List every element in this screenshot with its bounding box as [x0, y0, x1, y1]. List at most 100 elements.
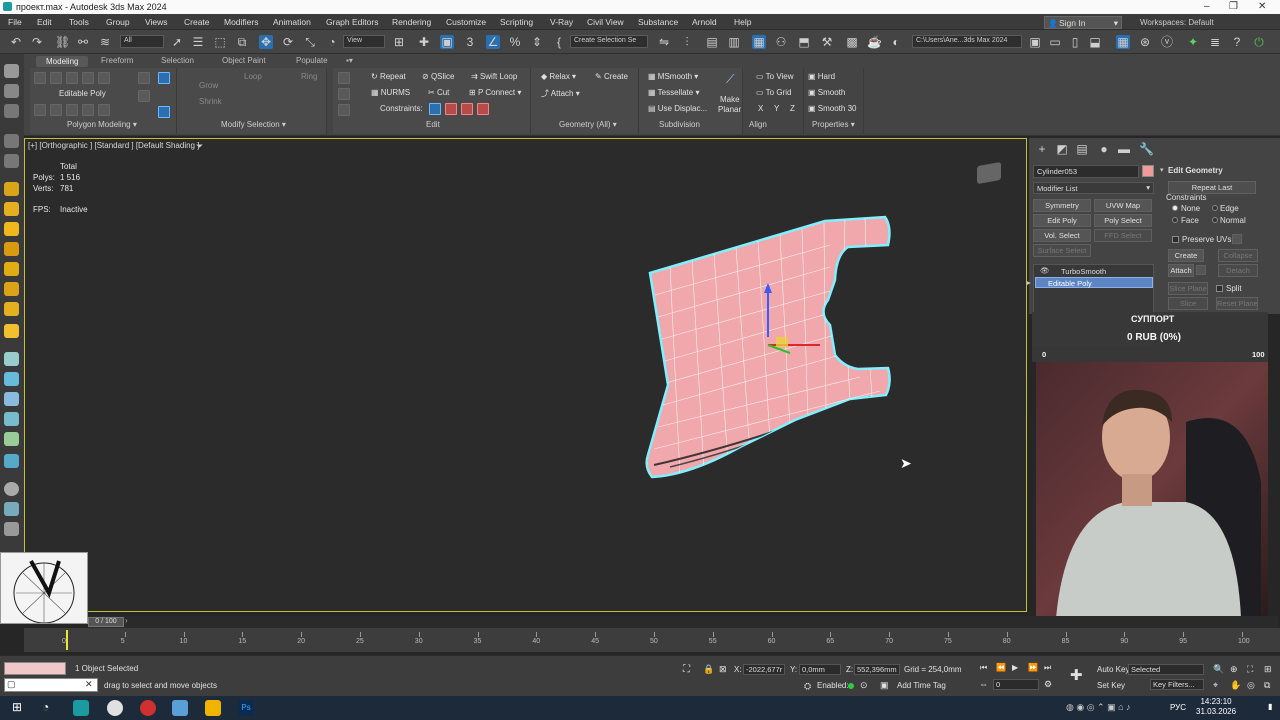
menu-rendering[interactable]: Rendering — [392, 17, 431, 27]
slice-plane-button[interactable]: Slice Plane — [1168, 282, 1208, 295]
properties-footer[interactable]: Properties ▾ — [812, 120, 855, 129]
element-icon[interactable] — [98, 72, 110, 84]
modify-panel-icon[interactable]: ◩ — [1055, 142, 1069, 156]
align-z-button[interactable]: Z — [790, 104, 795, 113]
attach-list-icon[interactable] — [1196, 265, 1206, 275]
menu-create[interactable]: Create — [184, 17, 210, 27]
sun-icon[interactable] — [4, 222, 19, 236]
mirror-icon[interactable]: ⇋ — [657, 35, 671, 49]
grow-button[interactable]: Grow — [199, 81, 218, 90]
photoshop-taskbar-icon[interactable]: Ps — [238, 700, 254, 716]
go-to-start-icon[interactable]: ⏮ — [980, 663, 987, 673]
motion-panel-icon[interactable]: ● — [1097, 142, 1111, 156]
smooth-30-button[interactable]: ▣ Smooth 30 — [808, 104, 856, 113]
to-grid-button[interactable]: ▭ To Grid — [756, 88, 791, 97]
schematic-view-icon[interactable]: ⚇ — [774, 35, 788, 49]
select-and-move-icon[interactable]: ✥ — [259, 35, 273, 49]
use-stack-selection-icon[interactable] — [158, 106, 170, 118]
create-button[interactable]: ✎ Create — [595, 72, 628, 81]
rollout-collapse-icon[interactable]: ▾ — [1160, 166, 1164, 174]
cut-button[interactable]: ✂ Cut — [428, 88, 449, 97]
polygon-modeling-footer[interactable]: Polygon Modeling ▾ — [67, 120, 137, 129]
auto-key-button[interactable]: Auto Key — [1097, 665, 1129, 674]
symmetry-button[interactable]: Symmetry — [1033, 199, 1091, 212]
undo-icon[interactable]: ↶ — [9, 35, 23, 49]
add-time-tag-label[interactable]: Add Time Tag — [897, 681, 946, 690]
relax-button[interactable]: ◆ Relax ▾ — [541, 72, 576, 81]
zoom-all-icon[interactable]: ⊕ — [1230, 664, 1238, 675]
gizmo-plane-handle[interactable] — [776, 337, 788, 347]
plant-icon[interactable] — [4, 432, 19, 446]
eye-icon[interactable]: 👁 — [1040, 266, 1050, 275]
previous-frame-icon[interactable]: ⏪ — [996, 663, 1006, 672]
tab-populate[interactable]: Populate — [296, 56, 328, 65]
tweak-icon[interactable] — [338, 88, 350, 100]
align-x-button[interactable]: X — [758, 104, 763, 113]
language-indicator[interactable]: РУС — [1170, 703, 1186, 712]
maxscript-mini-field[interactable]: ▢ ✕ — [4, 678, 98, 692]
tab-modeling[interactable]: Modeling — [36, 56, 89, 67]
make-planar-label-1[interactable]: Make — [720, 95, 740, 104]
menu-views[interactable]: Views — [145, 17, 168, 27]
menu-help[interactable]: Help — [734, 17, 751, 27]
vray-sphere-icon[interactable] — [4, 372, 19, 386]
viewport-filter-icon[interactable]: ⏷ — [196, 141, 203, 152]
y-coordinate-field[interactable]: 0,0mm — [799, 664, 841, 675]
menu-graph-editors[interactable]: Graph Editors — [326, 17, 378, 27]
by-angle-icon[interactable] — [158, 72, 170, 84]
obs-taskbar-icon[interactable] — [140, 700, 156, 716]
current-frame-marker[interactable] — [66, 630, 68, 650]
next-frame-icon[interactable]: ⏩ — [1028, 663, 1038, 672]
play-icon[interactable]: ▶ — [1012, 663, 1018, 672]
uvw-map-button[interactable]: UVW Map — [1094, 199, 1152, 212]
slice-button[interactable]: Slice — [1168, 297, 1208, 310]
light-icon[interactable] — [4, 202, 19, 216]
to-view-button[interactable]: ▭ To View — [756, 72, 794, 81]
menu-customize[interactable]: Customize — [446, 17, 486, 27]
save-scene-icon[interactable]: ▯ — [1068, 35, 1082, 49]
sunburst-icon[interactable] — [4, 324, 19, 338]
link-icon[interactable]: ⛓ — [55, 35, 70, 49]
x-coordinate-field[interactable]: -2022,677r — [743, 664, 785, 675]
paint-selection-icon[interactable] — [4, 84, 19, 98]
angle-snap-icon[interactable]: ∠ — [486, 35, 500, 49]
attach-button[interactable]: Attach — [1168, 264, 1194, 277]
keyboard-shortcut-override-icon[interactable]: ▣ — [440, 35, 454, 49]
poly-select-button[interactable]: Poly Select — [1094, 214, 1152, 227]
rectangular-selection-icon[interactable]: ⬚ — [213, 35, 227, 49]
project-path-field[interactable]: C:\Users\Ane...3ds Max 2024 — [912, 35, 1022, 48]
shrink-button[interactable]: Shrink — [199, 97, 222, 106]
arnold-icon[interactable]: ⊛ — [1138, 35, 1152, 49]
render-setup-icon[interactable]: ⚒ — [820, 35, 834, 49]
notifications-icon[interactable]: ▮ — [1268, 702, 1272, 711]
explorer-taskbar-icon[interactable] — [172, 700, 188, 716]
named-selection-dropdown[interactable]: Create Selection Se — [570, 35, 648, 48]
minimize-icon[interactable]: – — [1204, 1, 1210, 12]
project-folder-icon[interactable]: ▣ — [1028, 35, 1042, 49]
edge-icon[interactable] — [50, 72, 62, 84]
folder-taskbar-icon[interactable] — [205, 700, 221, 716]
layer-explorer-icon[interactable]: ▤ — [705, 35, 719, 49]
place-icon[interactable]: ◔ — [325, 35, 339, 49]
z-coordinate-field[interactable]: 552,396mm — [854, 664, 900, 675]
menu-edit[interactable]: Edit — [37, 17, 52, 27]
menu-modifiers[interactable]: Modifiers — [224, 17, 258, 27]
fur-icon[interactable] — [4, 392, 19, 406]
enabled-indicator[interactable] — [848, 683, 854, 689]
viewport-label[interactable]: [+] [Orthographic ] [Standard ] [Default… — [28, 141, 199, 150]
tab-selection[interactable]: Selection — [161, 56, 194, 65]
workspaces[interactable]: Workspaces: Default — [1140, 18, 1214, 27]
pan-view-icon[interactable]: ✋ — [1230, 680, 1241, 691]
hard-button[interactable]: ▣ Hard — [808, 72, 835, 81]
preserve-uvs-settings-icon[interactable] — [1232, 234, 1242, 244]
vray-scatter-icon[interactable] — [4, 454, 19, 468]
object-name-field[interactable]: Cylinder053 — [1033, 165, 1139, 178]
orbit-icon[interactable]: ◎ — [1247, 680, 1255, 691]
expand-arrow-icon[interactable]: ▸ — [1027, 278, 1031, 287]
constraint-face-radio[interactable] — [1172, 217, 1178, 223]
sign-in-dropdown[interactable]: 👤 Sign In ▾ — [1044, 16, 1122, 29]
previous-modifier-icon[interactable] — [50, 104, 62, 116]
key-set-dropdown[interactable]: Selected — [1128, 664, 1204, 675]
task-view-icon[interactable]: ◔ — [42, 700, 58, 716]
ring-button[interactable]: Ring — [301, 72, 317, 81]
